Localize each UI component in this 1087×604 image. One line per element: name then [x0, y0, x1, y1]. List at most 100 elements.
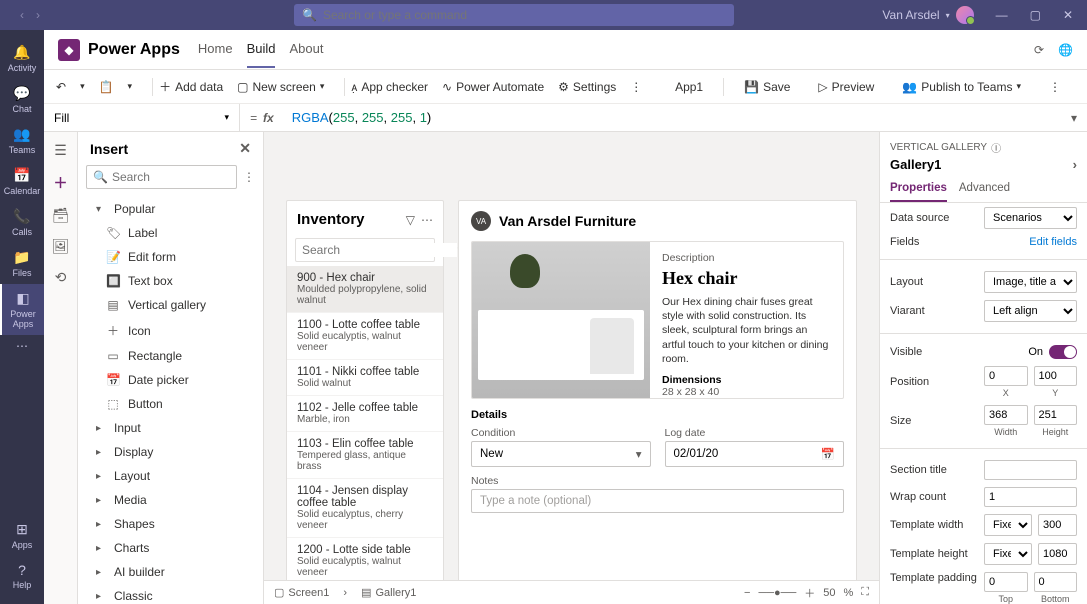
zoom-slider[interactable]: ──●──	[758, 587, 796, 599]
command-search[interactable]: 🔍	[294, 4, 734, 26]
formula-input[interactable]: RGBA(255, 255, 255, 1)	[284, 110, 1061, 126]
more-button[interactable]: ⋮	[1049, 80, 1061, 94]
tab-advanced[interactable]: Advanced	[959, 182, 1010, 202]
tpl-height-mode[interactable]: Fixed	[984, 543, 1032, 565]
list-item[interactable]: 900 - Hex chairMoulded polypropylene, so…	[287, 266, 443, 313]
rail-help[interactable]: ?Help	[0, 556, 44, 596]
insert-search-input[interactable]	[112, 170, 230, 184]
insert-button[interactable]: ＋	[54, 173, 68, 193]
insert-search[interactable]: 🔍	[86, 165, 237, 189]
position-y-input[interactable]	[1034, 366, 1078, 386]
power-automate-button[interactable]: ∿Power Automate	[442, 80, 544, 94]
canvas[interactable]: Inventory ▽ ⋯ 🔍 900 - Hex chairMoulded p…	[264, 132, 879, 604]
rail-calendar[interactable]: 📅Calendar	[0, 161, 44, 202]
width-input[interactable]	[984, 405, 1028, 425]
list-item[interactable]: 1103 - Elin coffee tableTempered glass, …	[287, 432, 443, 479]
list-item[interactable]: 1200 - Lotte side tableSolid eucalyptis,…	[287, 538, 443, 581]
maximize-button[interactable]: ▢	[1024, 6, 1047, 24]
tab-home[interactable]: Home	[198, 31, 233, 68]
pad-bottom-input[interactable]	[1034, 572, 1078, 592]
list-item[interactable]: 1101 - Nikki coffee tableSolid walnut	[287, 360, 443, 396]
item-label[interactable]: 🏷Label	[78, 221, 263, 245]
visible-toggle[interactable]	[1049, 345, 1077, 359]
group-classic[interactable]: ▸Classic	[78, 584, 263, 604]
search-input[interactable]	[323, 8, 726, 22]
position-x-input[interactable]	[984, 366, 1028, 386]
notes-input[interactable]: Type a note (optional)	[471, 489, 844, 513]
tab-properties[interactable]: Properties	[890, 182, 947, 202]
item-icon[interactable]: ＋Icon	[78, 317, 263, 344]
group-popular[interactable]: ▾Popular	[78, 197, 263, 221]
publish-button[interactable]: 👥Publish to Teams▾	[902, 80, 1021, 94]
control-name[interactable]: Gallery1›	[890, 157, 1077, 172]
forward-icon[interactable]: ›	[32, 6, 44, 24]
item-button[interactable]: ⬚Button	[78, 392, 263, 416]
close-button[interactable]: ✕	[1057, 6, 1079, 24]
new-screen-button[interactable]: ▢New screen▾	[237, 80, 324, 94]
user-menu[interactable]: Van Arsdel ▾	[882, 6, 973, 24]
refresh-icon[interactable]: ⟳	[1034, 43, 1044, 57]
zoom-out-button[interactable]: −	[744, 587, 750, 599]
tab-about[interactable]: About	[289, 31, 323, 68]
expand-formula-button[interactable]: ▾	[1061, 111, 1087, 125]
group-display[interactable]: ▸Display	[78, 440, 263, 464]
variant-select[interactable]: Left align	[984, 300, 1077, 322]
section-title-input[interactable]	[984, 460, 1077, 480]
app-checker-button[interactable]: ᴀ̣App checker	[351, 80, 428, 94]
inventory-search-input[interactable]	[302, 243, 457, 257]
rail-more[interactable]: ⋯	[16, 339, 28, 353]
more-icon[interactable]: ⋯	[421, 213, 433, 227]
info-icon[interactable]: ⓘ	[991, 140, 1001, 155]
group-aibuilder[interactable]: ▸AI builder	[78, 560, 263, 584]
datasource-select[interactable]: Scenarios	[984, 207, 1077, 229]
rail-files[interactable]: 📁Files	[0, 243, 44, 284]
data-button[interactable]: 🗃	[52, 207, 70, 224]
rail-activity[interactable]: 🔔Activity	[0, 38, 44, 79]
minimize-button[interactable]: —	[990, 6, 1014, 24]
item-datepicker[interactable]: 📅Date picker	[78, 368, 263, 392]
rail-chat[interactable]: 💬Chat	[0, 79, 44, 120]
layout-select[interactable]: Image, title and subtitle	[984, 271, 1077, 293]
edit-fields-link[interactable]: Edit fields	[1029, 236, 1077, 248]
insert-more-button[interactable]: ⋮	[243, 170, 255, 184]
item-editform[interactable]: 📝Edit form	[78, 245, 263, 269]
paste-button[interactable]: 📋	[99, 80, 114, 94]
pad-top-input[interactable]	[984, 572, 1028, 592]
rail-calls[interactable]: 📞Calls	[0, 202, 44, 243]
property-selector[interactable]: Fill ▾	[44, 104, 240, 131]
list-item[interactable]: 1100 - Lotte coffee tableSolid eucalypti…	[287, 313, 443, 360]
paste-dropdown[interactable]: ▾	[128, 81, 133, 92]
media-button[interactable]: 🖼	[52, 238, 70, 255]
gallery-crumb[interactable]: ▤Gallery1	[361, 586, 416, 599]
item-textbox[interactable]: 🔲Text box	[78, 269, 263, 293]
list-item[interactable]: 1102 - Jelle coffee tableMarble, iron	[287, 396, 443, 432]
undo-button[interactable]: ↶	[56, 80, 66, 94]
group-media[interactable]: ▸Media	[78, 488, 263, 512]
settings-button[interactable]: ⚙Settings	[558, 80, 616, 94]
logdate-datepicker[interactable]: 02/01/20📅	[665, 441, 845, 467]
group-input[interactable]: ▸Input	[78, 416, 263, 440]
close-panel-button[interactable]: ✕	[239, 140, 251, 157]
rail-powerapps[interactable]: ◧Power Apps	[0, 284, 44, 335]
filter-icon[interactable]: ▽	[406, 213, 415, 227]
rail-teams[interactable]: 👥Teams	[0, 120, 44, 161]
group-charts[interactable]: ▸Charts	[78, 536, 263, 560]
back-icon[interactable]: ‹	[16, 6, 28, 24]
save-button[interactable]: 💾Save	[744, 80, 790, 94]
overflow-button[interactable]: ⋮	[630, 80, 642, 94]
item-vertical-gallery[interactable]: ▤Vertical gallery	[78, 293, 263, 317]
group-shapes[interactable]: ▸Shapes	[78, 512, 263, 536]
tree-view-button[interactable]: ☰	[54, 142, 67, 159]
wrap-count-input[interactable]	[984, 487, 1077, 507]
variables-button[interactable]: ⟲	[55, 269, 67, 286]
preview-button[interactable]: ▷Preview	[818, 80, 874, 94]
item-rectangle[interactable]: ▭Rectangle	[78, 344, 263, 368]
tpl-width-mode[interactable]: Fixed	[984, 514, 1032, 536]
tpl-width-input[interactable]	[1038, 514, 1077, 536]
tpl-height-input[interactable]	[1038, 543, 1077, 565]
screen-crumb[interactable]: ▢Screen1	[274, 586, 329, 599]
globe-icon[interactable]: 🌐	[1058, 43, 1073, 57]
add-data-button[interactable]: ＋Add data	[159, 78, 223, 95]
rail-apps[interactable]: ⊞Apps	[0, 515, 44, 556]
condition-dropdown[interactable]: New▾	[471, 441, 651, 467]
